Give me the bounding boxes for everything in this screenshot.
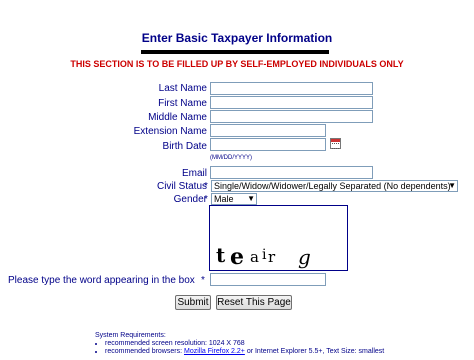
reset-button[interactable]: Reset This Page	[216, 295, 292, 310]
email-input[interactable]	[210, 166, 373, 179]
extension-name-label: Extension Name	[133, 126, 207, 137]
gender-selected: Male	[214, 194, 234, 204]
calendar-icon[interactable]	[330, 138, 341, 149]
captcha-label: Please type the word appearing in the bo…	[8, 275, 195, 286]
email-label: Email	[181, 168, 207, 179]
required-marker: *	[201, 275, 205, 286]
svg-text:a: a	[250, 248, 259, 266]
svg-text:t: t	[216, 243, 226, 267]
resolution-requirement: recommended screen resolution: 1024 X 76…	[105, 340, 384, 348]
first-name-input[interactable]	[210, 96, 373, 109]
gender-label: Gender	[173, 194, 207, 205]
captcha-distorted-word: t e a i r g	[216, 243, 311, 270]
first-name-label: First Name	[158, 98, 207, 109]
system-requirements: System Requirements: recommended screen …	[95, 332, 384, 356]
browser-requirement: recommended browsers: Mozilla Firefox 2.…	[105, 348, 384, 356]
section-warning: THIS SECTION IS TO BE FILLED UP BY SELF-…	[70, 59, 404, 69]
captcha-image: t e a i r g	[209, 205, 348, 271]
system-requirements-heading: System Requirements:	[95, 332, 166, 339]
civil-status-selected: Single/Widow/Widower/Legally Separated (…	[214, 181, 451, 191]
birth-date-input[interactable]	[210, 138, 326, 151]
middle-name-label: Middle Name	[148, 112, 207, 123]
chevron-down-icon: ▼	[448, 181, 456, 190]
required-marker: *	[204, 194, 208, 205]
middle-name-input[interactable]	[210, 110, 373, 123]
required-marker: *	[204, 181, 208, 192]
title-divider	[141, 50, 329, 54]
last-name-label: Last Name	[158, 83, 207, 94]
submit-button[interactable]: Submit	[175, 295, 211, 310]
svg-text:e: e	[230, 244, 244, 270]
captcha-input[interactable]	[210, 273, 326, 286]
chevron-down-icon: ▼	[247, 194, 255, 203]
extension-name-input[interactable]	[210, 124, 326, 137]
gender-select[interactable]: Male ▼	[211, 193, 257, 205]
svg-text:g: g	[298, 245, 311, 269]
svg-text:i: i	[262, 247, 267, 263]
firefox-link[interactable]: Mozilla Firefox 2.2+	[184, 348, 245, 355]
last-name-input[interactable]	[210, 82, 373, 95]
svg-text:r: r	[268, 248, 276, 266]
birth-date-hint: (MM/DD/YYYY)	[210, 155, 252, 161]
birth-date-label: Birth Date	[162, 141, 207, 152]
page-title: Enter Basic Taxpayer Information	[141, 31, 333, 45]
civil-status-select[interactable]: Single/Widow/Widower/Legally Separated (…	[211, 180, 458, 192]
civil-status-label: Civil Status	[156, 181, 207, 192]
